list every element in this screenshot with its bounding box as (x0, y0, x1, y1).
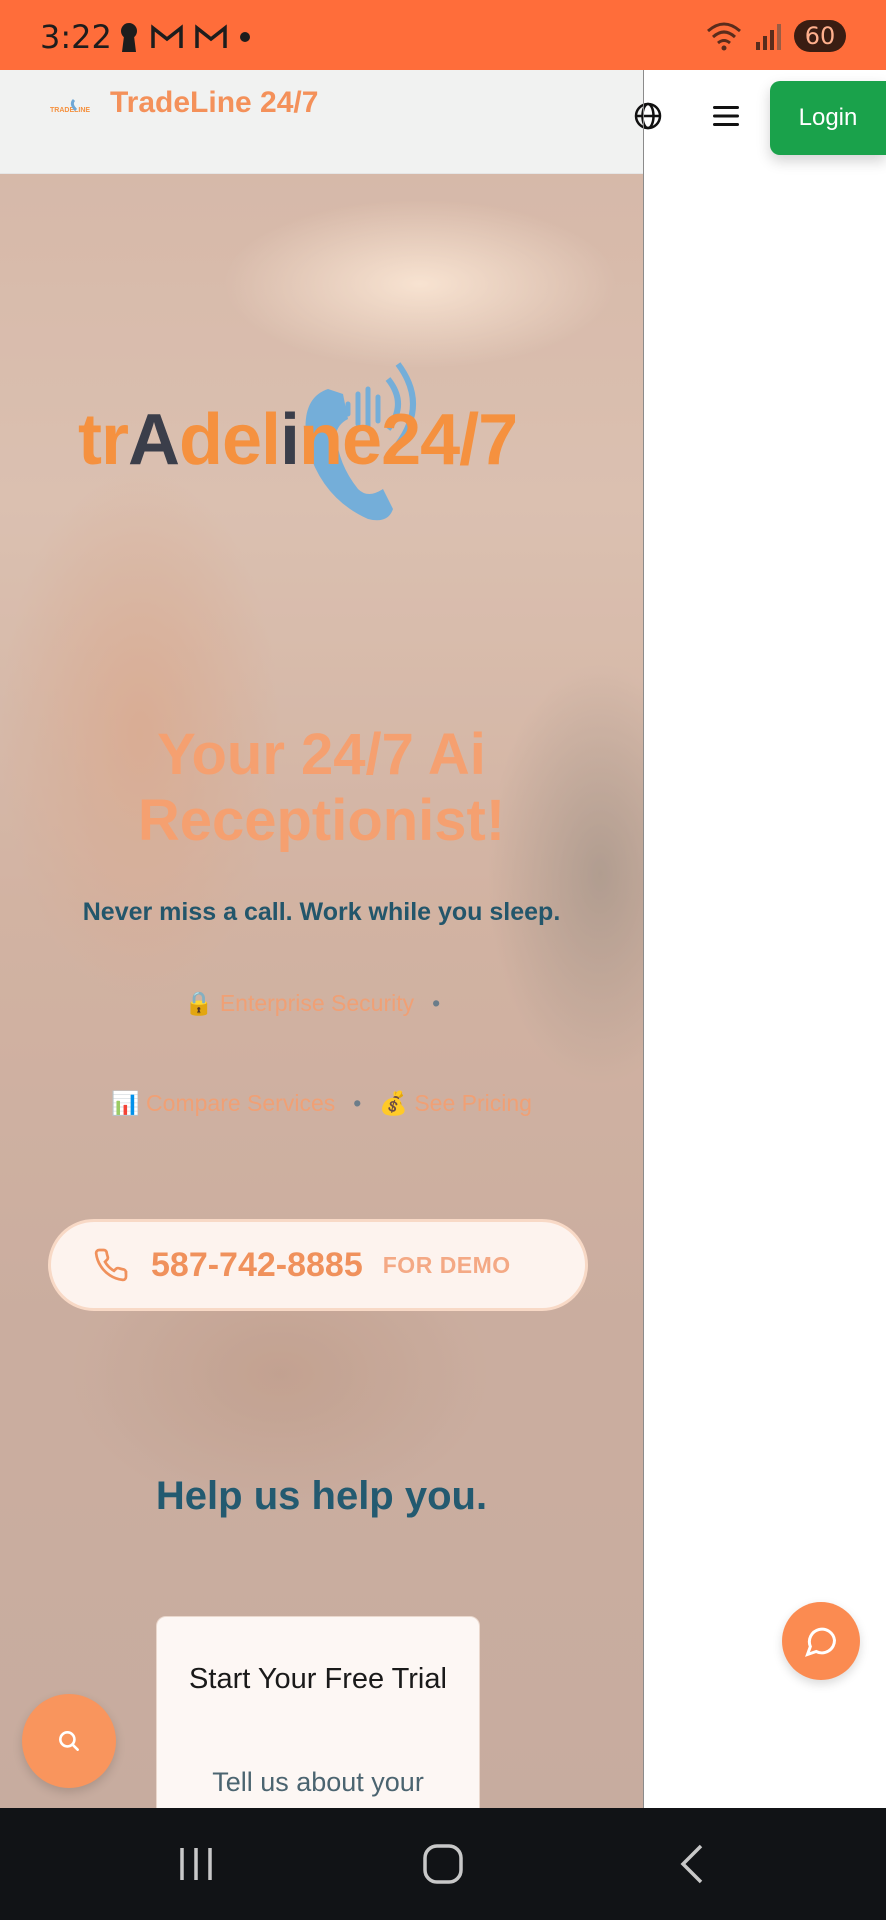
back-button[interactable] (662, 1838, 722, 1890)
demo-label: FOR DEMO (382, 1251, 511, 1278)
brand-name[interactable]: TradeLine 24/7 (110, 86, 318, 120)
hero-title-line2: Receptionist! (137, 788, 506, 853)
notification-icons (118, 22, 252, 52)
wifi-icon (707, 22, 741, 51)
recent-apps-icon (180, 1848, 212, 1880)
signal-icon (756, 24, 781, 50)
phone-icon (94, 1248, 128, 1282)
dot-icon (240, 32, 250, 42)
chat-button[interactable] (782, 1602, 860, 1680)
status-time: 3:22 (40, 18, 112, 56)
help-section-title: Help us help you. (155, 1474, 488, 1518)
hero-links-row-2: 📊 Compare Services • 💰 See Pricing (0, 1090, 643, 1117)
hero-title: Your 24/7 Ai Receptionist! (40, 722, 603, 854)
system-navigation-bar (0, 1808, 886, 1920)
home-icon (423, 1844, 463, 1884)
gmail-icon (151, 24, 183, 48)
search-button[interactable] (22, 1694, 116, 1788)
hero-links-row-1: 🔒 Enterprise Security • (0, 990, 643, 1017)
trial-card-title: Start Your Free Trial (189, 1663, 447, 1695)
svg-text:TRADELINE: TRADELINE (50, 107, 90, 114)
home-button[interactable] (413, 1838, 473, 1890)
battery-indicator: 60 (794, 20, 846, 52)
trial-card-description: Tell us about your (212, 1767, 424, 1797)
enterprise-security-link[interactable]: 🔒 Enterprise Security (185, 990, 414, 1016)
hero-section: trAdeline24/7 Your 24/7 Ai Receptionist!… (0, 174, 643, 1808)
status-bar: 3:22 60 (0, 0, 886, 70)
menu-button[interactable] (710, 100, 742, 132)
hamburger-menu-icon (713, 106, 739, 126)
content-divider (643, 70, 644, 1808)
keyhole-icon (121, 23, 137, 52)
back-icon (680, 1844, 703, 1884)
hero-logo-text: trAdeline24/7 (78, 400, 518, 480)
recent-apps-button[interactable] (166, 1838, 226, 1890)
demo-phone-number: 587-742-8885 (151, 1245, 363, 1284)
compare-services-link[interactable]: 📊 Compare Services (111, 1090, 335, 1116)
globe-icon (634, 102, 662, 130)
free-trial-card[interactable]: Start Your Free Trial Tell us about your (156, 1616, 480, 1808)
demo-call-button[interactable]: 587-742-8885 FOR DEMO (48, 1219, 588, 1311)
separator: • (353, 1090, 362, 1116)
language-button[interactable] (632, 100, 664, 132)
hero-logo: trAdeline24/7 (78, 349, 578, 539)
gmail-icon (195, 24, 227, 48)
site-header: TRADELINE TradeLine 24/7 (0, 70, 644, 174)
brand-logo-icon[interactable]: TRADELINE (48, 92, 90, 122)
search-icon (59, 1731, 79, 1751)
separator: • (432, 990, 441, 1016)
hero-title-line1: Your 24/7 Ai (157, 722, 486, 787)
system-icons: 60 (706, 20, 846, 52)
hero-subtitle: Never miss a call. Work while you sleep. (82, 898, 561, 926)
see-pricing-link[interactable]: 💰 See Pricing (379, 1090, 532, 1116)
login-button[interactable]: Login (770, 81, 886, 155)
chat-bubble-icon (805, 1627, 837, 1657)
